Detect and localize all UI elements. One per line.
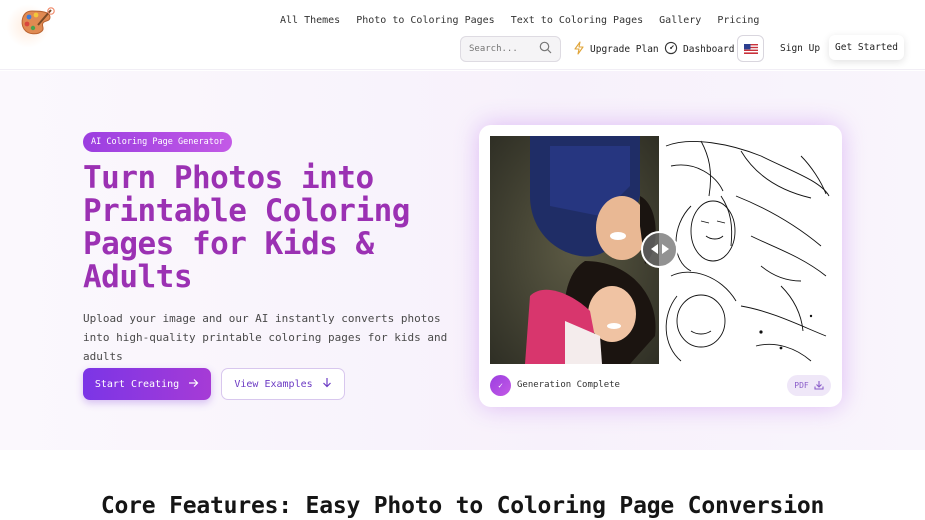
original-photo-image <box>490 136 660 364</box>
comparison-slider-handle[interactable] <box>641 231 678 268</box>
nav-pricing[interactable]: Pricing <box>717 15 759 26</box>
hero-subtext: Upload your image and our AI instantly c… <box>83 312 448 363</box>
nav-photo-to-coloring[interactable]: Photo to Coloring Pages <box>356 15 494 26</box>
palette-logo-icon[interactable] <box>18 5 58 39</box>
coloring-page-image <box>661 136 831 364</box>
nav-text-to-coloring[interactable]: Text to Coloring Pages <box>511 15 643 26</box>
us-flag-icon <box>743 39 758 58</box>
dashboard-label: Dashboard <box>683 44 735 55</box>
get-started-button[interactable]: Get Started <box>829 35 904 60</box>
download-pdf-button[interactable]: PDF <box>787 375 831 396</box>
view-examples-button[interactable]: View Examples <box>221 368 345 400</box>
pdf-label: PDF <box>794 381 809 390</box>
language-selector[interactable] <box>737 35 764 62</box>
search-box[interactable] <box>460 36 561 62</box>
view-examples-label: View Examples <box>234 378 313 390</box>
signup-link[interactable]: Sign Up <box>780 43 820 54</box>
search-input[interactable] <box>469 44 533 54</box>
arrow-down-icon <box>322 377 332 391</box>
download-icon <box>814 380 824 392</box>
site-header: All Themes Photo to Coloring Pages Text … <box>0 0 925 70</box>
start-creating-button[interactable]: Start Creating <box>83 368 211 400</box>
main-nav: All Themes Photo to Coloring Pages Text … <box>280 15 775 26</box>
generation-status: Generation Complete <box>517 380 620 390</box>
check-icon: ✓ <box>490 375 511 396</box>
nav-gallery[interactable]: Gallery <box>659 15 701 26</box>
lightning-icon <box>573 41 585 58</box>
slider-arrows-icon <box>650 240 670 259</box>
nav-all-themes[interactable]: All Themes <box>280 15 340 26</box>
arrow-right-icon <box>188 378 199 391</box>
dashboard-icon <box>664 41 678 58</box>
start-creating-label: Start Creating <box>94 378 180 390</box>
upgrade-plan-link[interactable]: Upgrade Plan <box>573 41 659 58</box>
dashboard-link[interactable]: Dashboard <box>664 41 734 58</box>
upgrade-plan-label: Upgrade Plan <box>590 44 659 55</box>
hero-headline: Turn Photos into Printable Coloring Page… <box>83 160 410 295</box>
hero-badge: AI Coloring Page Generator <box>83 132 233 152</box>
features-heading: Core Features: Easy Photo to Coloring Pa… <box>100 493 825 519</box>
search-icon[interactable] <box>539 41 552 57</box>
